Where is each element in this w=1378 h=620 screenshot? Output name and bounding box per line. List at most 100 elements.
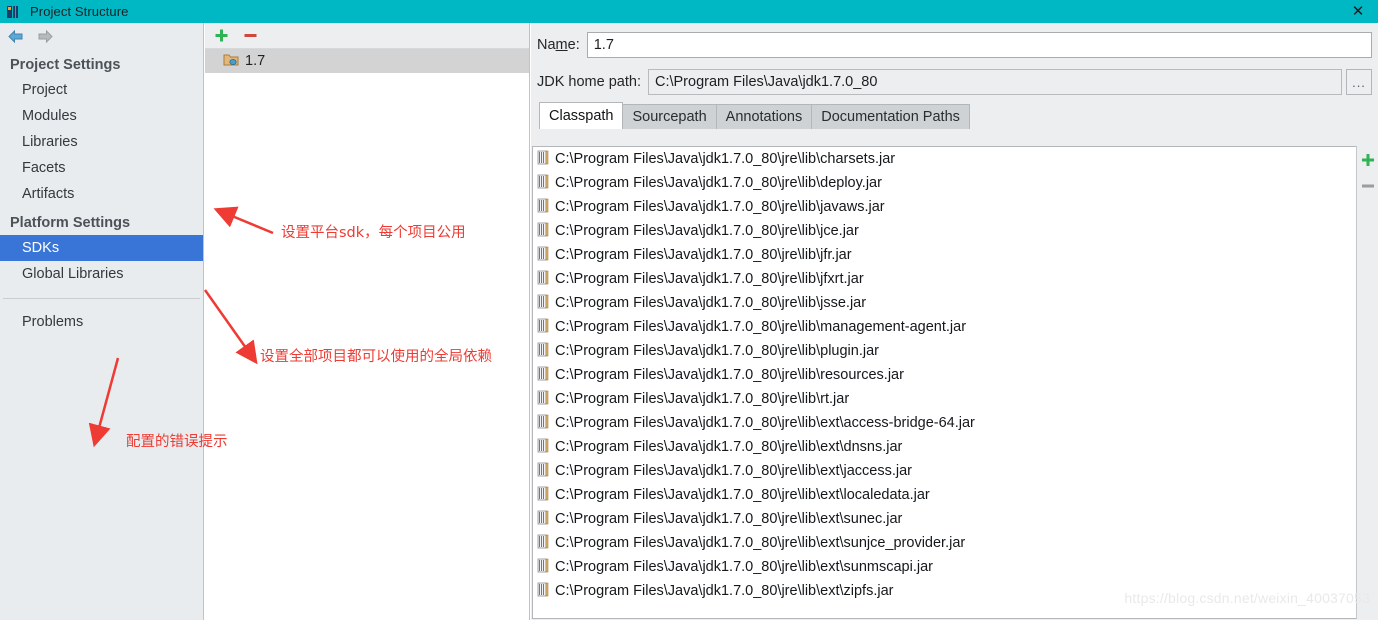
jar-file-icon bbox=[537, 270, 549, 289]
jar-file-icon bbox=[537, 414, 549, 433]
classpath-entry-row[interactable]: C:\Program Files\Java\jdk1.7.0_80\jre\li… bbox=[533, 291, 1357, 315]
classpath-entry-row[interactable]: C:\Program Files\Java\jdk1.7.0_80\jre\li… bbox=[533, 363, 1357, 387]
navigation-arrows bbox=[0, 23, 203, 49]
classpath-entry-row[interactable]: C:\Program Files\Java\jdk1.7.0_80\jre\li… bbox=[533, 411, 1357, 435]
classpath-entry-row[interactable]: C:\Program Files\Java\jdk1.7.0_80\jre\li… bbox=[533, 459, 1357, 483]
forward-arrow-icon[interactable] bbox=[35, 26, 55, 46]
sdk-list-panel: 1.7 bbox=[205, 23, 530, 620]
classpath-entry-label: C:\Program Files\Java\jdk1.7.0_80\jre\li… bbox=[555, 391, 850, 407]
classpath-entry-label: C:\Program Files\Java\jdk1.7.0_80\jre\li… bbox=[555, 463, 913, 479]
project-structure-dialog: Project Structure ✕ Project Settings Pro… bbox=[0, 0, 1378, 620]
back-arrow-icon[interactable] bbox=[5, 26, 25, 46]
sdk-list-toolbar bbox=[205, 23, 529, 49]
jdk-home-path-input[interactable]: C:\Program Files\Java\jdk1.7.0_80 bbox=[647, 69, 1342, 95]
tab-annotations[interactable]: Annotations bbox=[715, 104, 813, 129]
classpath-entry-row[interactable]: C:\Program Files\Java\jdk1.7.0_80\jre\li… bbox=[533, 171, 1357, 195]
classpath-entry-row[interactable]: C:\Program Files\Java\jdk1.7.0_80\jre\li… bbox=[533, 435, 1357, 459]
jar-file-icon bbox=[537, 462, 549, 481]
sidebar-item-artifacts[interactable]: Artifacts bbox=[0, 181, 203, 207]
add-sdk-button[interactable] bbox=[213, 27, 230, 44]
sidebar-item-libraries[interactable]: Libraries bbox=[0, 129, 203, 155]
classpath-entry-label: C:\Program Files\Java\jdk1.7.0_80\jre\li… bbox=[555, 415, 975, 431]
title-bar: Project Structure ✕ bbox=[0, 0, 1378, 23]
classpath-entry-row[interactable]: C:\Program Files\Java\jdk1.7.0_80\jre\li… bbox=[533, 531, 1357, 555]
tab-classpath[interactable]: Classpath bbox=[539, 102, 624, 129]
watermark: https://blog.csdn.net/weixin_40037053 bbox=[1124, 590, 1370, 606]
jar-file-icon bbox=[537, 582, 549, 601]
classpath-entry-row[interactable]: C:\Program Files\Java\jdk1.7.0_80\jre\li… bbox=[533, 507, 1357, 531]
classpath-entry-row[interactable]: C:\Program Files\Java\jdk1.7.0_80\jre\li… bbox=[533, 555, 1357, 579]
classpath-entry-label: C:\Program Files\Java\jdk1.7.0_80\jre\li… bbox=[555, 535, 966, 551]
classpath-entry-label: C:\Program Files\Java\jdk1.7.0_80\jre\li… bbox=[555, 247, 852, 263]
name-input[interactable]: 1.7 bbox=[586, 32, 1372, 58]
sidebar-group-project-settings: Project Settings Project Modules Librari… bbox=[0, 53, 203, 207]
jar-file-icon bbox=[537, 390, 549, 409]
sidebar-item-modules[interactable]: Modules bbox=[0, 103, 203, 129]
name-field-row: Name: 1.7 bbox=[531, 30, 1378, 60]
jar-file-icon bbox=[537, 150, 549, 169]
classpath-entry-label: C:\Program Files\Java\jdk1.7.0_80\jre\li… bbox=[555, 223, 859, 239]
sidebar-divider bbox=[3, 298, 200, 299]
browse-button[interactable]: ... bbox=[1346, 69, 1372, 95]
name-field-label: Name: bbox=[537, 37, 580, 53]
jar-file-icon bbox=[537, 198, 549, 217]
sidebar-group-label: Platform Settings bbox=[10, 215, 131, 231]
classpath-entry-row[interactable]: C:\Program Files\Java\jdk1.7.0_80\jre\li… bbox=[533, 195, 1357, 219]
sidebar-item-project[interactable]: Project bbox=[0, 77, 203, 103]
classpath-list[interactable]: C:\Program Files\Java\jdk1.7.0_80\jre\li… bbox=[532, 146, 1357, 619]
settings-sidebar: Project Settings Project Modules Librari… bbox=[0, 23, 204, 620]
sdk-detail-panel: Name: 1.7 JDK home path: C:\Program File… bbox=[531, 23, 1378, 620]
classpath-list-buttons bbox=[1356, 146, 1378, 619]
jdk-home-path-row: JDK home path: C:\Program Files\Java\jdk… bbox=[531, 67, 1378, 97]
jar-file-icon bbox=[537, 558, 549, 577]
classpath-entry-label: C:\Program Files\Java\jdk1.7.0_80\jre\li… bbox=[555, 295, 867, 311]
classpath-entry-label: C:\Program Files\Java\jdk1.7.0_80\jre\li… bbox=[555, 271, 864, 287]
sidebar-item-global-libraries[interactable]: Global Libraries bbox=[0, 261, 203, 287]
jar-file-icon bbox=[537, 294, 549, 313]
jar-file-icon bbox=[537, 318, 549, 337]
sdk-list-item-label: 1.7 bbox=[245, 53, 266, 69]
classpath-entry-row[interactable]: C:\Program Files\Java\jdk1.7.0_80\jre\li… bbox=[533, 147, 1357, 171]
tab-sourcepath[interactable]: Sourcepath bbox=[622, 104, 717, 129]
jar-file-icon bbox=[537, 486, 549, 505]
classpath-entry-label: C:\Program Files\Java\jdk1.7.0_80\jre\li… bbox=[555, 439, 903, 455]
classpath-entry-row[interactable]: C:\Program Files\Java\jdk1.7.0_80\jre\li… bbox=[533, 267, 1357, 291]
classpath-entry-row[interactable]: C:\Program Files\Java\jdk1.7.0_80\jre\li… bbox=[533, 219, 1357, 243]
window-title: Project Structure bbox=[30, 4, 129, 19]
classpath-entry-label: C:\Program Files\Java\jdk1.7.0_80\jre\li… bbox=[555, 583, 894, 599]
classpath-entry-label: C:\Program Files\Java\jdk1.7.0_80\jre\li… bbox=[555, 559, 933, 575]
sidebar-group-label: Project Settings bbox=[10, 57, 121, 73]
sidebar-item-problems[interactable]: Problems bbox=[0, 309, 203, 335]
jar-file-icon bbox=[537, 342, 549, 361]
jar-file-icon bbox=[537, 174, 549, 193]
classpath-entry-label: C:\Program Files\Java\jdk1.7.0_80\jre\li… bbox=[555, 487, 930, 503]
remove-sdk-button[interactable] bbox=[242, 27, 259, 44]
sidebar-group-platform-settings: Platform Settings SDKs Global Libraries bbox=[0, 211, 203, 287]
classpath-entry-row[interactable]: C:\Program Files\Java\jdk1.7.0_80\jre\li… bbox=[533, 387, 1357, 411]
classpath-entry-row[interactable]: C:\Program Files\Java\jdk1.7.0_80\jre\li… bbox=[533, 243, 1357, 267]
classpath-entry-label: C:\Program Files\Java\jdk1.7.0_80\jre\li… bbox=[555, 151, 896, 167]
jdk-home-path-label: JDK home path: bbox=[537, 74, 641, 90]
sdk-list-item-1-7[interactable]: 1.7 bbox=[205, 49, 529, 73]
remove-classpath-entry-button[interactable] bbox=[1359, 177, 1376, 194]
classpath-entry-label: C:\Program Files\Java\jdk1.7.0_80\jre\li… bbox=[555, 199, 885, 215]
classpath-entry-row[interactable]: C:\Program Files\Java\jdk1.7.0_80\jre\li… bbox=[533, 315, 1357, 339]
intellij-logo-icon bbox=[6, 4, 22, 20]
classpath-entry-label: C:\Program Files\Java\jdk1.7.0_80\jre\li… bbox=[555, 511, 903, 527]
close-icon[interactable]: ✕ bbox=[1338, 0, 1378, 23]
classpath-entry-label: C:\Program Files\Java\jdk1.7.0_80\jre\li… bbox=[555, 343, 879, 359]
jar-file-icon bbox=[537, 534, 549, 553]
tab-documentation-paths[interactable]: Documentation Paths bbox=[811, 104, 970, 129]
sidebar-item-sdks[interactable]: SDKs bbox=[0, 235, 203, 261]
detail-tabs: Classpath Sourcepath Annotations Documen… bbox=[531, 102, 1378, 129]
sidebar-item-facets[interactable]: Facets bbox=[0, 155, 203, 181]
classpath-entry-row[interactable]: C:\Program Files\Java\jdk1.7.0_80\jre\li… bbox=[533, 483, 1357, 507]
jar-file-icon bbox=[537, 246, 549, 265]
jar-file-icon bbox=[537, 366, 549, 385]
jar-file-icon bbox=[537, 438, 549, 457]
add-classpath-entry-button[interactable] bbox=[1359, 151, 1376, 168]
classpath-entry-label: C:\Program Files\Java\jdk1.7.0_80\jre\li… bbox=[555, 319, 967, 335]
classpath-entry-row[interactable]: C:\Program Files\Java\jdk1.7.0_80\jre\li… bbox=[533, 339, 1357, 363]
jar-file-icon bbox=[537, 222, 549, 241]
jdk-folder-icon bbox=[223, 52, 240, 71]
